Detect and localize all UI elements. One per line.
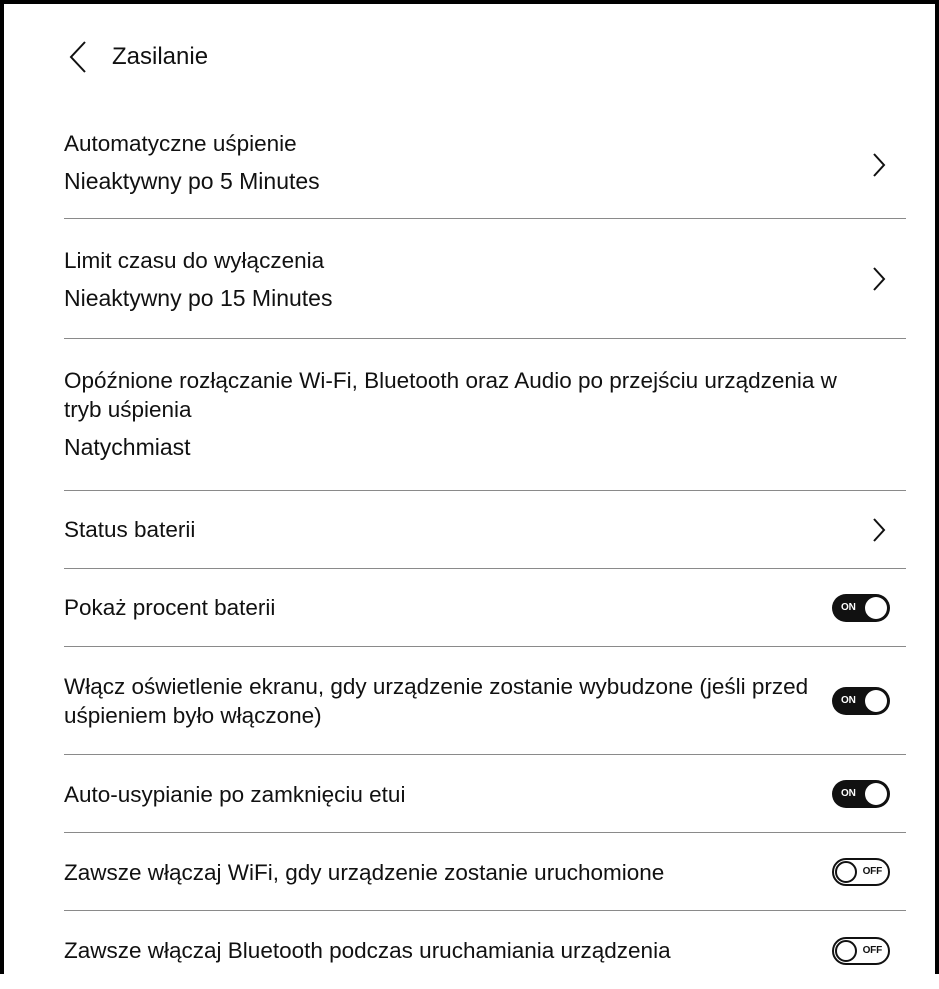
row-always-wifi[interactable]: Zawsze włączaj WiFi, gdy urządzenie zost… (64, 833, 906, 911)
toggle-label: OFF (862, 865, 883, 877)
row-value: Nieaktywny po 15 Minutes (64, 285, 333, 311)
settings-list: Automatyczne uśpienie Nieaktywny po 5 Mi… (64, 112, 906, 989)
row-frontlight-on-wake[interactable]: Włącz oświetlenie ekranu, gdy urządzenie… (64, 647, 906, 755)
toggle-switch[interactable]: OFF (832, 857, 890, 886)
row-title: Włącz oświetlenie ekranu, gdy urządzenie… (64, 674, 809, 728)
toggle-label: ON (841, 787, 856, 799)
header: Zasilanie (0, 0, 939, 112)
chevron-left-icon[interactable] (68, 40, 88, 74)
row-show-battery-percent[interactable]: Pokaż procent baterii ON (64, 569, 906, 647)
row-title: Zawsze włączaj WiFi, gdy urządzenie zost… (64, 860, 665, 885)
chevron-right-icon (873, 517, 886, 542)
chevron-right-icon (873, 266, 886, 291)
row-title: Zawsze włączaj Bluetooth podczas urucham… (64, 938, 671, 963)
row-auto-sleep-cover[interactable]: Auto-usypianie po zamknięciu etui ON (64, 755, 906, 833)
toggle-label: ON (841, 601, 856, 613)
row-title: Status baterii (64, 517, 196, 542)
row-title: Automatyczne uśpienie (64, 131, 297, 156)
toggle-knob (865, 689, 887, 712)
toggle-knob (865, 782, 887, 805)
row-delayed-disconnect[interactable]: Opóźnione rozłączanie Wi-Fi, Bluetooth o… (64, 339, 906, 491)
row-title: Limit czasu do wyłączenia (64, 248, 325, 273)
row-title: Auto-usypianie po zamknięciu etui (64, 782, 406, 807)
row-value: Natychmiast (64, 434, 191, 460)
toggle-switch[interactable]: ON (832, 686, 890, 715)
row-title: Pokaż procent baterii (64, 595, 276, 620)
row-value: Nieaktywny po 5 Minutes (64, 168, 320, 194)
page-title: Zasilanie (112, 43, 209, 70)
chevron-right-icon (873, 153, 886, 177)
row-battery-status[interactable]: Status baterii (64, 491, 906, 569)
row-title: Opóźnione rozłączanie Wi-Fi, Bluetooth o… (64, 368, 837, 422)
row-always-bluetooth[interactable]: Zawsze włączaj Bluetooth podczas urucham… (64, 911, 906, 989)
toggle-switch[interactable]: OFF (832, 937, 890, 965)
toggle-knob (865, 596, 887, 619)
toggle-switch[interactable]: ON (832, 593, 890, 622)
toggle-knob (835, 940, 857, 962)
toggle-switch[interactable]: ON (832, 779, 890, 808)
toggle-knob (835, 860, 857, 883)
row-power-off-limit[interactable]: Limit czasu do wyłączenia Nieaktywny po … (64, 219, 906, 339)
row-auto-sleep[interactable]: Automatyczne uśpienie Nieaktywny po 5 Mi… (64, 112, 906, 219)
toggle-label: ON (841, 694, 856, 706)
toggle-label: OFF (862, 945, 883, 956)
